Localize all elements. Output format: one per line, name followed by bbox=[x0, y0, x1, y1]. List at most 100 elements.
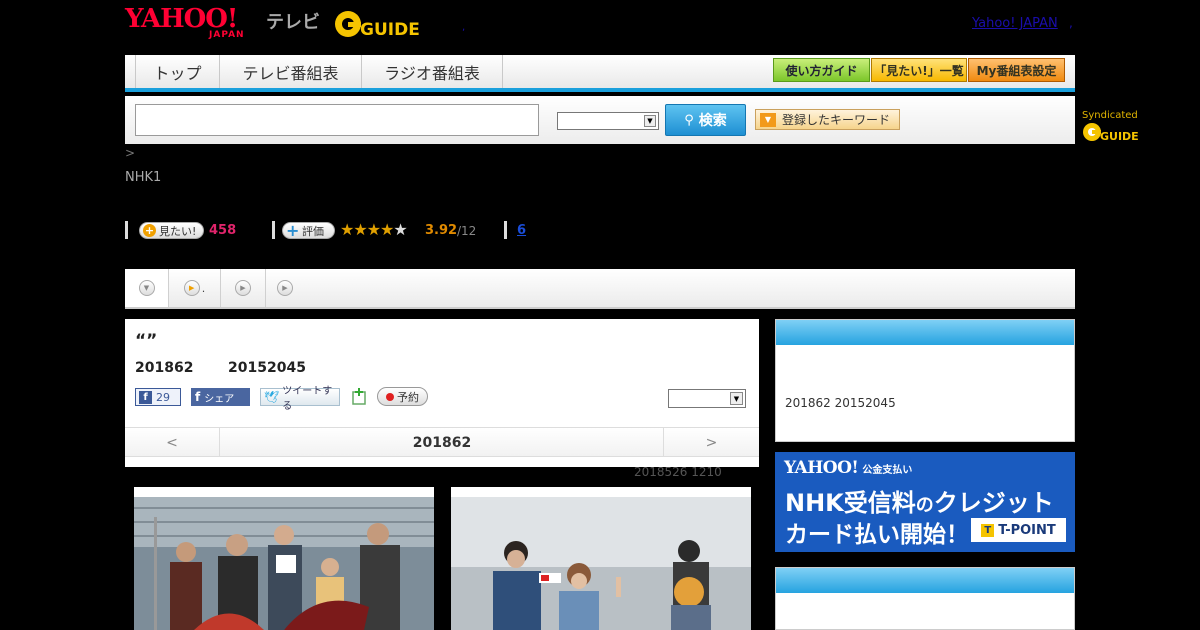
want-list-button[interactable]: 「見たい!」一覧 bbox=[871, 58, 967, 82]
star-full-icon: ★ bbox=[380, 220, 394, 239]
nav-tab-radio-listings[interactable]: ラジオ番組表 bbox=[361, 55, 503, 88]
gguide-small-logo-icon: GUIDE bbox=[1083, 123, 1139, 143]
tab-label: . bbox=[201, 281, 206, 295]
yahoo-japan-link[interactable]: Yahoo! JAPAN bbox=[972, 16, 1058, 31]
gguide-small-logo-text: GUIDE bbox=[1100, 130, 1138, 143]
current-episode-date: 201862 bbox=[412, 434, 472, 451]
nhk-credit-banner[interactable]: YAHOO! 公金支払い NHK受信料のクレジット カード払い開始！ T T-PO… bbox=[775, 452, 1075, 552]
side-box-header bbox=[776, 320, 1074, 345]
plus-icon: + bbox=[286, 221, 300, 240]
tpoint-label: T-POINT bbox=[998, 522, 1056, 538]
add-to-calendar-icon[interactable] bbox=[351, 388, 367, 406]
tab-program-info[interactable]: ▼ bbox=[125, 269, 169, 307]
banner-brand-text: YAHOO! bbox=[784, 458, 859, 478]
next-episode-button[interactable]: > bbox=[663, 428, 759, 457]
program-title: “” bbox=[135, 331, 158, 351]
twitter-bird-icon: 🕊 bbox=[264, 390, 280, 404]
gguide-logo[interactable]: GUIDE bbox=[334, 8, 432, 40]
divider bbox=[125, 221, 128, 239]
recorder-select[interactable]: ▼ bbox=[668, 389, 746, 408]
breadcrumb[interactable]: > bbox=[125, 146, 135, 160]
tab-program-related[interactable]: ▶ bbox=[266, 269, 304, 307]
plus-icon: + bbox=[143, 224, 156, 237]
tweet-button[interactable]: 🕊 ツイートする bbox=[260, 386, 340, 412]
nav-tab-tv-listings[interactable]: テレビ番組表 bbox=[219, 55, 362, 88]
play-icon: ▶ bbox=[277, 280, 293, 296]
chevron-down-icon: ▼ bbox=[138, 280, 155, 296]
banner-headline-1: NHK受信料のクレジット bbox=[785, 483, 1054, 518]
tpoint-icon: T bbox=[981, 523, 995, 537]
facebook-count: 29 bbox=[156, 390, 170, 404]
broadcast-time: 20152045 bbox=[228, 360, 306, 376]
syndicated-gguide-logo: Syndicated GUIDE bbox=[1082, 110, 1139, 143]
gguide-logo-icon: GUIDE bbox=[335, 11, 420, 40]
program-card: “” 201862 20152045 f 29 f シェア 🕊 ツイートする 予… bbox=[125, 319, 759, 467]
star-full-icon: ★ bbox=[353, 220, 367, 239]
play-icon: ▶ bbox=[235, 280, 251, 296]
tab-program-detail[interactable]: ▶ . bbox=[169, 269, 221, 307]
program-photo-2[interactable] bbox=[451, 487, 751, 630]
divider bbox=[272, 221, 275, 239]
search-input[interactable] bbox=[135, 104, 539, 136]
chevron-down-icon: ▼ bbox=[730, 392, 743, 405]
registered-keywords-button[interactable]: ▼ 登録したキーワード bbox=[755, 109, 900, 130]
reserve-button[interactable]: 予約 bbox=[377, 387, 428, 406]
share-label: シェア bbox=[204, 393, 235, 405]
search-icon: ⚲ bbox=[684, 112, 694, 128]
search-button-label: 検索 bbox=[698, 113, 727, 129]
want-count: 458 bbox=[209, 223, 237, 238]
banner-headline-a: NHK受信料 bbox=[785, 489, 916, 517]
tpoint-badge: T T-POINT bbox=[971, 518, 1066, 542]
facebook-share-button[interactable]: f シェア bbox=[191, 388, 250, 406]
reviews-link[interactable]: 6 bbox=[517, 223, 526, 238]
syndicated-text: Syndicated bbox=[1082, 110, 1138, 121]
rating-value: 3.92 bbox=[425, 223, 458, 238]
episode-pager: < 201862 > bbox=[125, 427, 759, 457]
banner-brand: YAHOO! 公金支払い bbox=[784, 458, 912, 478]
prev-episode-button[interactable]: < bbox=[125, 428, 220, 457]
play-icon: ▶ bbox=[183, 280, 200, 296]
side-schedule-date: 201862 20152045 bbox=[785, 396, 896, 410]
japan-logo-text: JAPAN bbox=[209, 30, 245, 40]
record-dot-icon bbox=[386, 392, 394, 401]
rate-button-label: 評価 bbox=[302, 224, 324, 238]
facebook-icon: f bbox=[139, 390, 152, 404]
want-button[interactable]: + 見たい! bbox=[139, 222, 204, 239]
updated-timestamp: 2018526 1210 bbox=[634, 465, 722, 479]
rating-stars: ★★★★★ bbox=[340, 220, 408, 239]
rate-button[interactable]: + 評価 bbox=[282, 222, 335, 239]
channel-name: NHK1 bbox=[125, 170, 162, 185]
star-full-icon: ★ bbox=[340, 220, 354, 239]
photo-group-outdoor bbox=[134, 497, 434, 630]
facebook-like-count[interactable]: f 29 bbox=[135, 388, 181, 406]
tab-program-cast[interactable]: ▶ bbox=[221, 269, 266, 307]
program-tabs: ▼ ▶ . ▶ ▶ bbox=[125, 269, 1075, 309]
usage-guide-button[interactable]: 使い方ガイド bbox=[773, 58, 870, 82]
program-photo-1[interactable] bbox=[134, 487, 434, 630]
star-empty-icon: ★ bbox=[393, 220, 407, 239]
banner-headline-c: クレジット bbox=[933, 489, 1054, 517]
star-full-icon: ★ bbox=[366, 220, 381, 239]
gguide-logo-text: GUIDE bbox=[360, 20, 420, 40]
search-bar: ▼ ⚲ 検索 ▼ 登録したキーワード Syndicated GUIDE bbox=[125, 96, 1139, 144]
search-button[interactable]: ⚲ 検索 bbox=[665, 104, 746, 136]
global-nav: トップ テレビ番組表 ラジオ番組表 使い方ガイド 「見たい!」一覧 My番組表設… bbox=[125, 55, 1075, 92]
yahoo-japan-logo[interactable]: YAHOO! JAPAN bbox=[125, 6, 261, 42]
chevron-down-icon: ▼ bbox=[644, 115, 656, 127]
nav-tab-top[interactable]: トップ bbox=[135, 55, 220, 88]
tv-logo-text: テレビ bbox=[266, 12, 320, 33]
banner-brand-sub: 公金支払い bbox=[862, 465, 913, 476]
photo-cast-rooftop bbox=[451, 497, 751, 630]
broadcast-date: 201862 bbox=[135, 360, 194, 376]
search-genre-select[interactable]: ▼ bbox=[557, 112, 659, 130]
facebook-icon: f bbox=[195, 390, 201, 404]
want-button-label: 見たい! bbox=[159, 224, 197, 238]
rating-count: /12 bbox=[457, 224, 477, 238]
dropdown-arrow-icon: ▼ bbox=[760, 112, 776, 127]
divider bbox=[504, 221, 507, 239]
header-separator-2: , bbox=[1069, 16, 1073, 30]
side-box-header bbox=[776, 568, 1074, 593]
registered-keywords-label: 登録したキーワード bbox=[782, 113, 891, 127]
tweet-label: ツイートする bbox=[282, 386, 333, 412]
my-listings-settings-button[interactable]: My番組表設定 bbox=[968, 58, 1065, 82]
